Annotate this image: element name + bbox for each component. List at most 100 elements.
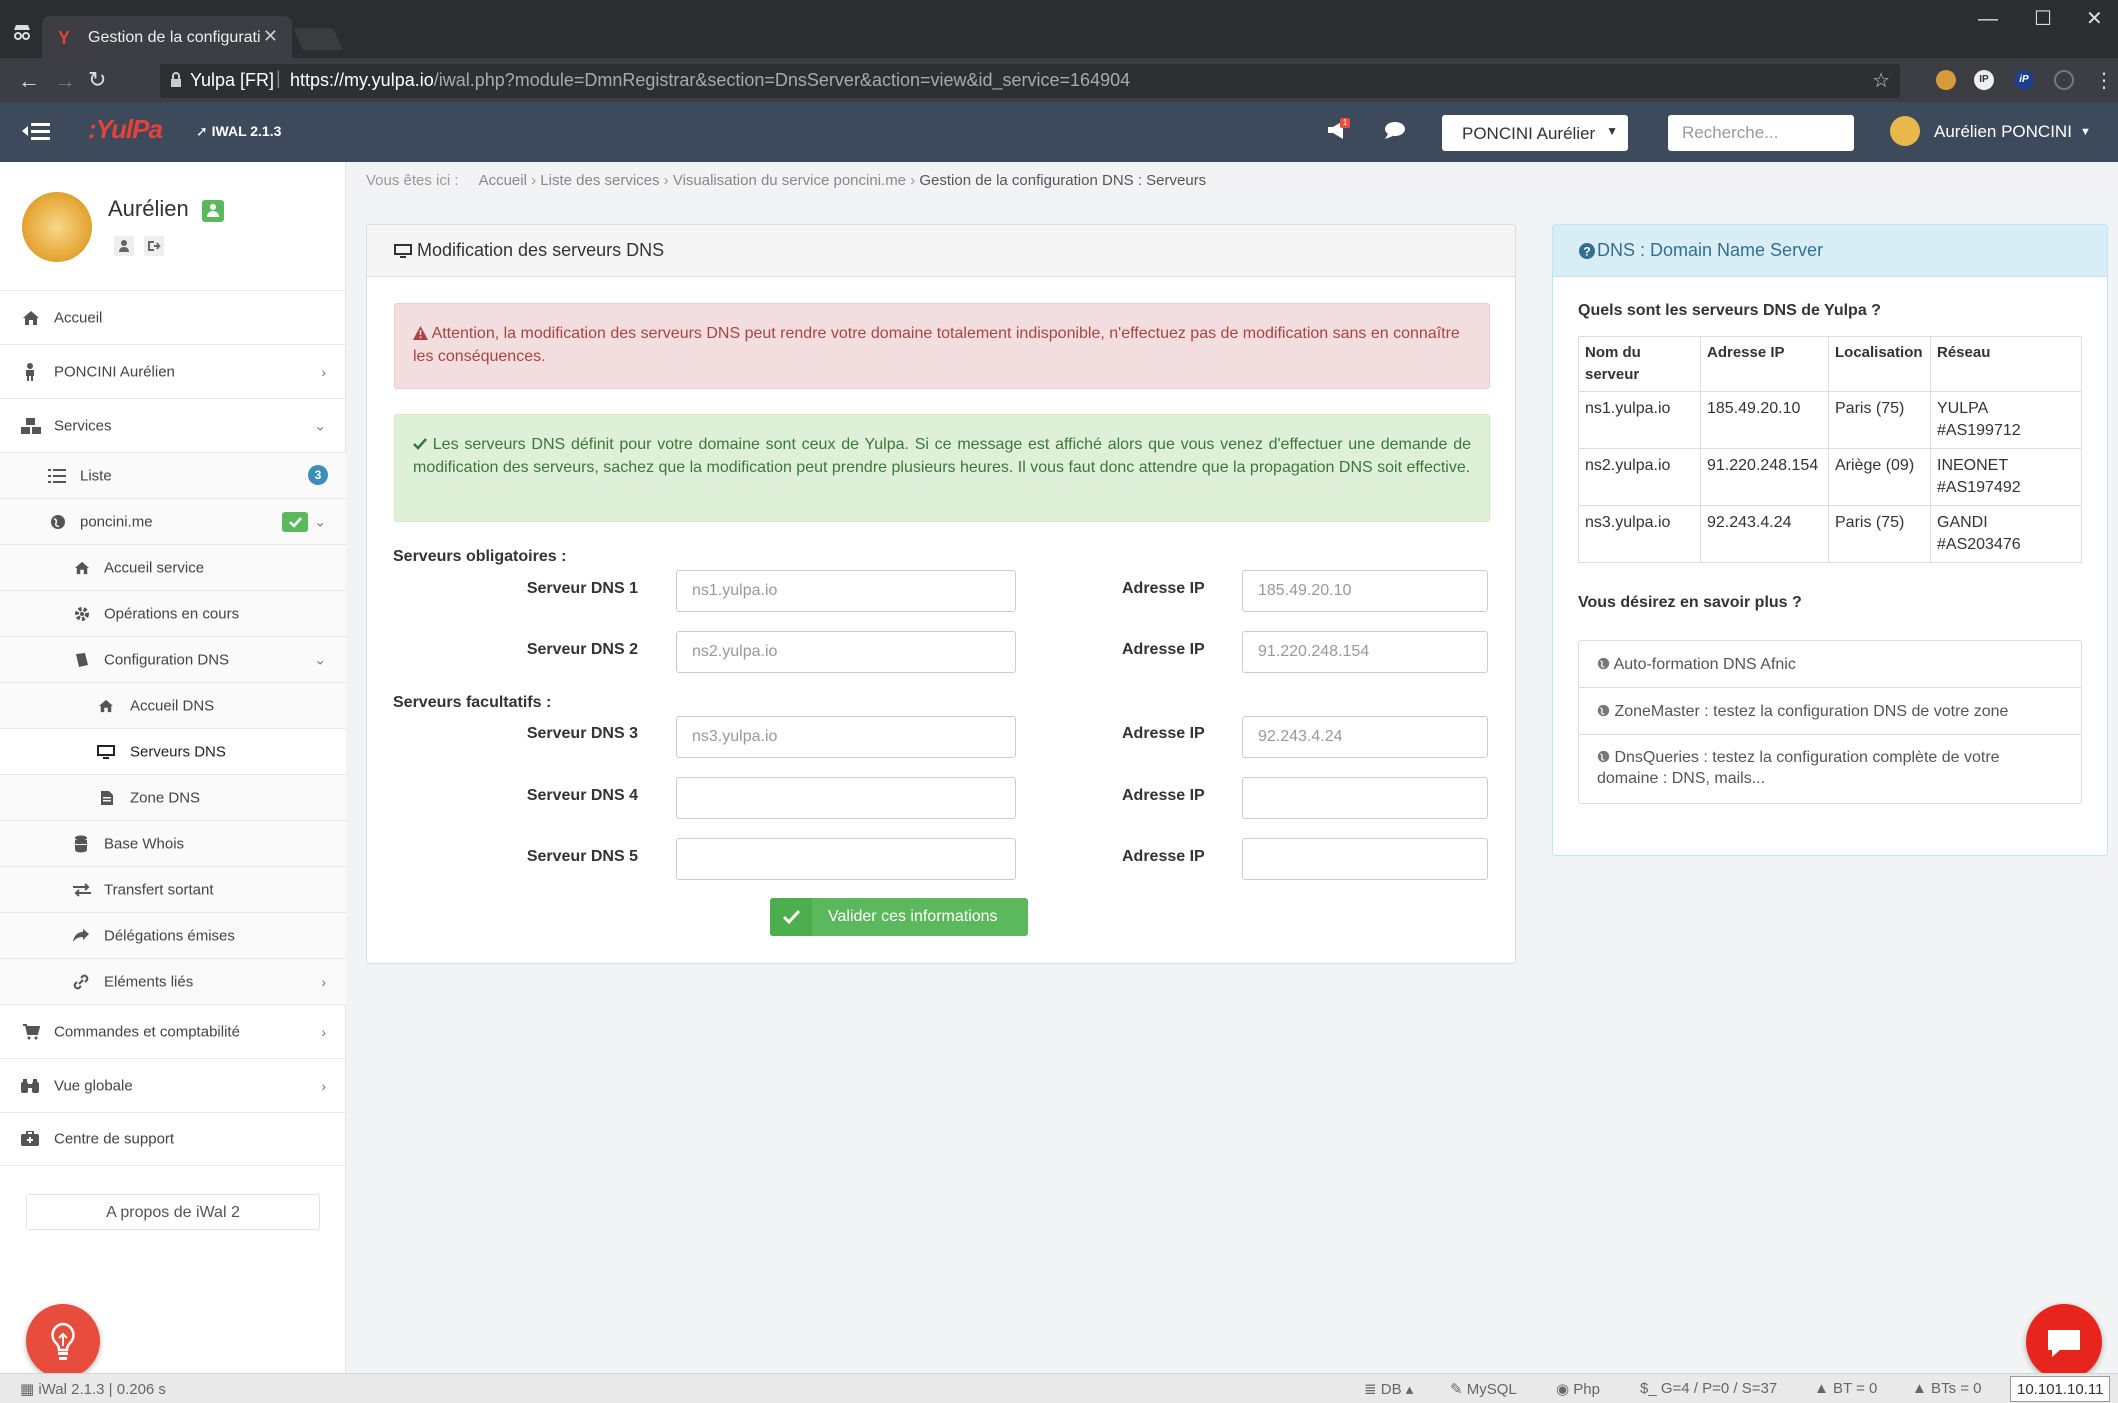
- chat-button[interactable]: [2026, 1304, 2102, 1380]
- about-button[interactable]: A propos de iWal 2: [26, 1194, 320, 1230]
- info-question: Quels sont les serveurs DNS de Yulpa ?: [1578, 302, 1881, 319]
- yulpa-logo[interactable]: :YulPa: [88, 114, 163, 145]
- minimize-icon[interactable]: —: [1978, 8, 1998, 31]
- sidebar-item-liste[interactable]: Liste 3: [0, 452, 346, 498]
- submit-button[interactable]: Valider ces informations: [770, 898, 1028, 936]
- bookmark-star-icon[interactable]: ☆: [1872, 68, 1890, 93]
- cubes-icon: [20, 417, 42, 435]
- account-select-value: PONCINI Aurélier: [1462, 124, 1596, 143]
- chevron-right-icon: ›: [321, 363, 326, 380]
- status-php[interactable]: ◉ Php: [1556, 1380, 1600, 1398]
- status-db[interactable]: ≣ DB ▴: [1364, 1380, 1413, 1398]
- field-label: Serveur DNS 1: [526, 580, 638, 597]
- sidebar-item-domain[interactable]: poncini.me ⌄: [0, 498, 346, 544]
- caret-down-icon: ▼: [2080, 126, 2091, 138]
- sidebar-item-vue-globale[interactable]: Vue globale ›: [0, 1058, 346, 1112]
- table-cell: 91.220.248.154: [1700, 448, 1829, 506]
- maximize-icon[interactable]: ☐: [2034, 6, 2052, 31]
- sidebar-label: Opérations en cours: [104, 605, 240, 622]
- table-cell: 185.49.20.10: [1700, 391, 1829, 449]
- status-app: ▦ iWal 2.1.3 | 0.206 s: [20, 1381, 166, 1398]
- field-label: Adresse IP: [1122, 787, 1205, 804]
- messages-icon[interactable]: [1384, 120, 1410, 140]
- sidebar-label: Services: [54, 417, 112, 434]
- table-cell: Paris (75): [1828, 391, 1931, 449]
- user-name: Aurélien PONCINI: [1934, 122, 2072, 141]
- sidebar-item-accueil[interactable]: Accueil: [0, 290, 346, 344]
- link-afnic[interactable]: Auto-formation DNS Afnic: [1578, 640, 2082, 688]
- globe-icon: [1597, 704, 1610, 717]
- blocked-extension-icon[interactable]: [2054, 70, 2074, 90]
- tab-close-icon[interactable]: ✕: [263, 26, 278, 47]
- sidebar-item-accueil-service[interactable]: Accueil service: [0, 544, 346, 590]
- sidebar-item-zone-dns[interactable]: Zone DNS: [0, 774, 346, 820]
- breadcrumb-link[interactable]: Visualisation du service poncini.me: [673, 172, 906, 189]
- sidebar-item-elements-lies[interactable]: Eléments liés ›: [0, 958, 346, 1004]
- profile-user-icon[interactable]: [114, 236, 134, 256]
- dns-server-3-input[interactable]: [676, 716, 1016, 758]
- sidebar-item-delegations[interactable]: Délégations émises: [0, 912, 346, 958]
- dns-server-5-input[interactable]: [676, 838, 1016, 880]
- status-mysql[interactable]: ✎ MySQL: [1450, 1380, 1517, 1398]
- field-label: Serveur DNS 2: [526, 641, 638, 658]
- table-cell: ns1.yulpa.io: [1578, 391, 1701, 449]
- browser-tab[interactable]: Y Gestion de la configuratic ✕: [42, 16, 292, 60]
- breadcrumb-link[interactable]: Liste des services: [540, 172, 659, 189]
- notif-badge: 1: [1340, 118, 1350, 128]
- sidebar-item-commandes[interactable]: Commandes et comptabilité ›: [0, 1004, 346, 1058]
- sidebar-item-serveurs-dns[interactable]: Serveurs DNS: [0, 728, 346, 774]
- field-label: Adresse IP: [1122, 580, 1205, 597]
- breadcrumb-link[interactable]: Accueil: [479, 172, 527, 189]
- dns-server-4-input[interactable]: [676, 777, 1016, 819]
- ip-3-input[interactable]: [1242, 716, 1488, 758]
- announcements-icon[interactable]: 1: [1326, 118, 1350, 140]
- link-dnsqueries[interactable]: DnsQueries : testez la configuration com…: [1578, 734, 2082, 804]
- ip-1-input[interactable]: [1242, 570, 1488, 612]
- sidebar-item-services[interactable]: Services ⌄: [0, 398, 346, 452]
- incognito-icon[interactable]: [12, 24, 32, 40]
- reload-icon[interactable]: ↻: [88, 67, 106, 93]
- database-icon: ≣: [1364, 1381, 1381, 1398]
- ip-4-input[interactable]: [1242, 777, 1488, 819]
- sidebar-item-operations[interactable]: Opérations en cours: [0, 590, 346, 636]
- chevron-right-icon: ›: [321, 1023, 326, 1040]
- sidebar-item-whois[interactable]: Base Whois: [0, 820, 346, 866]
- sidebar-label: Commandes et comptabilité: [54, 1023, 240, 1040]
- chevron-down-icon: ⌄: [314, 513, 326, 529]
- status-bts[interactable]: ▲ BTs = 0: [1912, 1380, 1981, 1397]
- link-zonemaster[interactable]: ZoneMaster : testez la configuration DNS…: [1578, 687, 2082, 735]
- chevron-right-icon: ›: [321, 1077, 326, 1094]
- ip-extension-icon[interactable]: IP: [1974, 70, 1994, 90]
- link-icon: [72, 973, 90, 991]
- sidebar-item-config-dns[interactable]: Configuration DNS ⌄: [0, 636, 346, 682]
- section-optional: Serveurs facultatifs :: [393, 694, 552, 711]
- logout-icon[interactable]: [144, 236, 164, 256]
- sidebar-toggle-icon[interactable]: [22, 122, 50, 140]
- account-select[interactable]: PONCINI Aurélier ▼: [1442, 115, 1628, 151]
- sidebar-item-support[interactable]: Centre de support: [0, 1112, 346, 1166]
- ip-5-input[interactable]: [1242, 838, 1488, 880]
- dns-server-1-input[interactable]: [676, 570, 1016, 612]
- ip-2-input[interactable]: [1242, 631, 1488, 673]
- browser-menu-icon[interactable]: ⋮: [2094, 68, 2114, 93]
- check-badge-icon: [282, 512, 308, 532]
- search-input[interactable]: [1668, 115, 1854, 151]
- window-close-icon[interactable]: ✕: [2086, 6, 2103, 31]
- idea-button[interactable]: [26, 1304, 100, 1378]
- sidebar-item-account[interactable]: PONCINI Aurélien ›: [0, 344, 346, 398]
- lock-icon: [170, 72, 182, 88]
- status-bt[interactable]: ▲ BT = 0: [1814, 1380, 1877, 1397]
- chevron-down-icon: ⌄: [314, 417, 326, 433]
- sidebar-item-transfert[interactable]: Transfert sortant: [0, 866, 346, 912]
- status-counts[interactable]: $_ G=4 / P=0 / S=37: [1640, 1380, 1777, 1397]
- dns-server-2-input[interactable]: [676, 631, 1016, 673]
- cookie-extension-icon[interactable]: [1936, 70, 1956, 90]
- table-cell: GANDI #AS203476: [1930, 505, 2082, 563]
- sidebar-item-accueil-dns[interactable]: Accueil DNS: [0, 682, 346, 728]
- back-icon[interactable]: ←: [18, 68, 40, 94]
- address-bar[interactable]: Yulpa [FR] | https://my.yulpa.io/iwal.ph…: [160, 64, 1900, 98]
- file-icon: [100, 790, 114, 806]
- forward-icon[interactable]: →: [54, 68, 76, 94]
- url-path: /iwal.php?module=DmnRegistrar&section=Dn…: [433, 70, 1131, 90]
- ip-info-extension-icon[interactable]: iP: [2014, 70, 2034, 90]
